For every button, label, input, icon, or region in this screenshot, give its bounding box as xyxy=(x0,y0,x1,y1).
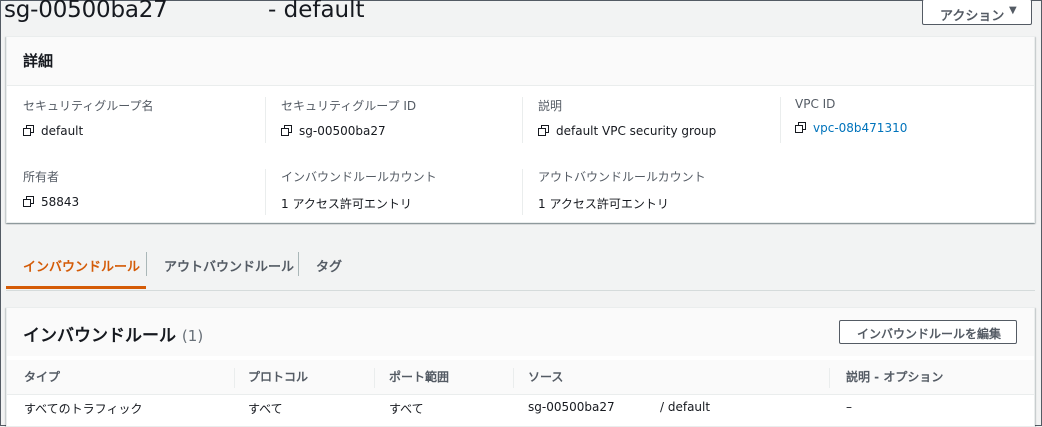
column-divider xyxy=(234,368,235,388)
inbound-rules-header: インバウンドルール (1) インバウンドルールを編集 xyxy=(7,308,1034,356)
tab-inbound-rules[interactable]: インバウンドルール xyxy=(6,240,146,289)
copy-icon[interactable] xyxy=(281,125,293,137)
field-description: 説明 default VPC security group xyxy=(538,97,716,138)
inbound-rules-count: (1) xyxy=(181,327,204,345)
cell-port-range: すべて xyxy=(389,402,424,416)
column-divider xyxy=(780,97,781,143)
column-divider xyxy=(374,368,375,388)
details-header: 詳細 xyxy=(7,37,1034,86)
actions-label: アクション xyxy=(940,9,1005,24)
security-group-title: sg-00500ba27 xyxy=(4,0,168,23)
page-header: sg-00500ba27 - default アクション ▼ xyxy=(0,0,1042,30)
tab-label: タグ xyxy=(316,260,343,275)
field-owner: 所有者 58843 xyxy=(23,168,79,209)
column-header-description[interactable]: 説明 - オプション xyxy=(846,368,943,385)
table-header: タイプ プロトコル ポート範囲 ソース 説明 - オプション xyxy=(7,360,1034,395)
column-divider xyxy=(522,169,523,215)
tab-label: アウトバウンドルール xyxy=(164,260,295,275)
security-group-title-suffix: - default xyxy=(268,0,365,23)
tab-bar: インバウンドルール アウトバウンドルール タグ xyxy=(6,240,1035,291)
field-value: 1 アクセス許可エントリ xyxy=(281,197,412,211)
field-value: sg-00500ba27 xyxy=(299,124,386,138)
edit-inbound-rules-label: インバウンドルールを編集 xyxy=(857,327,1002,341)
table-row: すべてのトラフィック すべて すべて sg-00500ba27 / defaul… xyxy=(7,395,1034,425)
field-label: アウトバウンドルールカウント xyxy=(538,170,706,184)
field-outbound-count: アウトバウンドルールカウント 1 アクセス許可エントリ xyxy=(538,168,706,212)
field-group-name: セキュリティグループ名 default xyxy=(23,97,154,138)
column-header-source[interactable]: ソース xyxy=(528,368,563,385)
details-title: 詳細 xyxy=(23,52,54,70)
column-header-type[interactable]: タイプ xyxy=(24,368,60,385)
caret-down-icon: ▼ xyxy=(1009,5,1017,16)
cell-description: – xyxy=(846,400,852,414)
inbound-rules-title: インバウンドルール (1) xyxy=(23,321,203,346)
cell-protocol: すべて xyxy=(248,402,283,416)
tab-label: インバウンドルール xyxy=(23,260,141,275)
actions-dropdown-button[interactable]: アクション ▼ xyxy=(922,0,1032,25)
cell-source-suffix: / default xyxy=(660,400,711,414)
field-value: default xyxy=(41,124,84,138)
edit-inbound-rules-button[interactable]: インバウンドルールを編集 xyxy=(839,320,1017,344)
column-divider xyxy=(513,368,514,388)
field-value: 1 アクセス許可エントリ xyxy=(538,197,669,211)
field-label: 所有者 xyxy=(23,170,60,184)
inbound-rules-title-text: インバウンドルール xyxy=(23,326,176,346)
copy-icon[interactable] xyxy=(23,125,35,137)
cell-source: sg-00500ba27 xyxy=(528,400,615,414)
column-header-protocol[interactable]: プロトコル xyxy=(248,368,308,385)
field-value: 58843 xyxy=(41,195,80,209)
vpc-id-link[interactable]: vpc-08b471310 xyxy=(813,121,907,135)
field-label: インバウンドルールカウント xyxy=(281,170,437,184)
column-divider xyxy=(522,97,523,143)
tab-tags[interactable]: タグ xyxy=(299,240,359,288)
column-divider xyxy=(829,368,830,388)
inbound-rules-panel: インバウンドルール (1) インバウンドルールを編集 タイプ プロトコル ポート… xyxy=(6,307,1035,427)
column-header-port-range[interactable]: ポート範囲 xyxy=(389,368,449,385)
field-label: セキュリティグループ ID xyxy=(281,99,417,113)
field-label: セキュリティグループ名 xyxy=(23,99,154,113)
field-inbound-count: インバウンドルールカウント 1 アクセス許可エントリ xyxy=(281,168,437,212)
field-group-id: セキュリティグループ ID sg-00500ba27 xyxy=(281,97,416,138)
cell-type: すべてのトラフィック xyxy=(24,402,143,416)
column-divider xyxy=(265,169,266,215)
field-value: default VPC security group xyxy=(556,124,717,138)
field-vpc-id: VPC ID vpc-08b471310 xyxy=(795,97,907,135)
copy-icon[interactable] xyxy=(795,122,807,134)
tab-outbound-rules[interactable]: アウトバウンドルール xyxy=(147,240,298,288)
field-label: VPC ID xyxy=(795,97,836,111)
copy-icon[interactable] xyxy=(538,125,550,137)
field-label: 説明 xyxy=(538,99,563,113)
column-divider xyxy=(265,97,266,143)
details-panel: 詳細 セキュリティグループ名 default セキュリティグループ ID sg-… xyxy=(6,36,1035,223)
copy-icon[interactable] xyxy=(23,196,35,208)
